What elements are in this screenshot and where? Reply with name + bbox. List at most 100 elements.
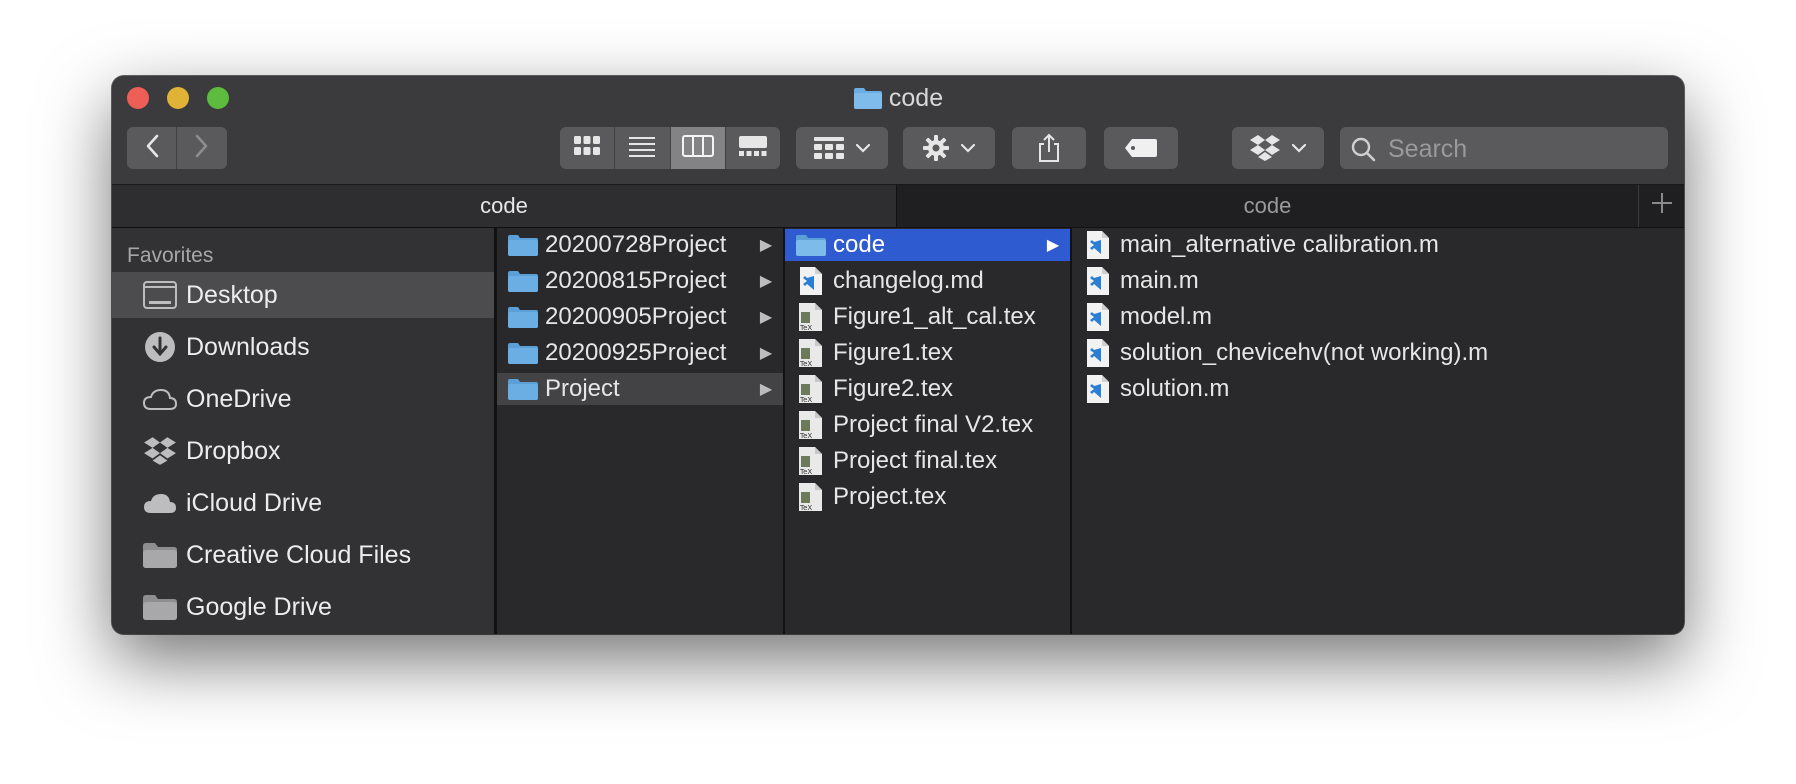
svg-text:TeX: TeX [799,396,812,404]
sidebar-item-dropbox[interactable]: Dropbox [112,428,494,474]
plus-icon [1650,189,1674,223]
folder-icon [142,589,178,625]
tag-icon [1124,138,1158,158]
tex-file-icon: TeX [795,409,827,441]
chevron-down-icon [960,143,976,153]
sidebar-item-label: OneDrive [186,384,292,413]
tex-file-icon: TeX [795,337,827,369]
list-item[interactable]: TeX Figure2.tex [785,373,1070,405]
list-item[interactable]: TeX Figure1.tex [785,337,1070,369]
list-item[interactable]: model.m [1072,301,1684,333]
vscode-file-icon [1082,229,1114,261]
sidebar-item-google-drive[interactable]: Google Drive [112,584,494,630]
list-item[interactable]: TeX Figure1_alt_cal.tex [785,301,1070,333]
folder-icon [507,229,539,261]
list-item[interactable]: 20200728Project ▶ [497,229,783,261]
list-item[interactable]: TeX Project final V2.tex [785,409,1070,441]
dropbox-icon [1249,134,1281,162]
gear-icon [922,134,950,162]
chevron-down-icon [855,143,871,153]
icon-view-button[interactable] [560,127,616,169]
gallery-view-button[interactable] [725,127,780,169]
content-area: Favorites Desktop Downloads OneDrive Dro… [112,228,1684,634]
window-title: code [112,84,1684,116]
sidebar-item-creative-cloud-files[interactable]: Creative Cloud Files [112,532,494,578]
svg-text:TeX: TeX [799,324,812,332]
folder-icon [507,301,539,333]
vscode-file-icon [1082,337,1114,369]
chevron-down-icon [1291,143,1307,153]
sidebar-heading: Favorites [127,244,214,267]
sidebar-item-label: Dropbox [186,436,281,465]
list-item-selected[interactable]: Project ▶ [497,373,783,405]
tag-button[interactable] [1104,127,1178,169]
svg-text:TeX: TeX [799,504,812,512]
icon-view-icon [573,135,601,162]
svg-text:TeX: TeX [799,468,812,476]
list-item[interactable]: changelog.md [785,265,1070,297]
vscode-file-icon [1082,301,1114,333]
list-item[interactable]: 20200905Project ▶ [497,301,783,333]
sidebar-item-label: Downloads [186,332,310,361]
sidebar-item-downloads[interactable]: Downloads [112,324,494,370]
tex-file-icon: TeX [795,481,827,513]
search-input[interactable] [1386,127,1660,171]
sidebar-item-label: iCloud Drive [186,488,323,517]
new-tab-button[interactable] [1639,185,1684,227]
list-item[interactable]: main.m [1072,265,1684,297]
chevron-right-icon [195,134,209,163]
sidebar-item-label: Google Drive [186,592,332,621]
list-view-button[interactable] [615,127,671,169]
disclosure-arrow-icon: ▶ [759,381,773,398]
sidebar-item-label: Desktop [186,280,278,309]
column-view-icon [681,134,714,162]
folder-icon [795,229,827,261]
svg-text:TeX: TeX [799,432,812,440]
group-by-button[interactable] [796,127,888,169]
list-item[interactable]: TeX Project final.tex [785,445,1070,477]
sidebar-item-onedrive[interactable]: OneDrive [112,376,494,422]
view-mode-control [560,127,780,169]
finder-window: code Search code code Favorites Desktop … [112,76,1684,634]
forward-button[interactable] [177,127,227,169]
list-item[interactable]: TeX Project.tex [785,481,1070,513]
tex-file-icon: TeX [795,301,827,333]
dropbox-button[interactable] [1232,127,1324,169]
list-item-selected[interactable]: code ▶ [785,229,1070,261]
svg-text:TeX: TeX [799,360,812,368]
vscode-file-icon [1082,265,1114,297]
disclosure-arrow-icon: ▶ [759,273,773,290]
search-icon [1350,136,1376,167]
dropbox-icon [142,433,178,469]
tab-code-inactive[interactable]: code [897,185,1639,227]
folder-icon [507,337,539,369]
group-by-icon [813,136,845,160]
share-button[interactable] [1012,127,1086,169]
folder-icon [142,537,178,573]
downloads-icon [142,329,178,365]
back-button[interactable] [127,127,177,169]
list-item[interactable]: solution_chevicehv(not working).m [1072,337,1684,369]
toolbar: code [112,76,1684,185]
list-item[interactable]: 20200815Project ▶ [497,265,783,297]
column-view-button[interactable] [670,127,726,169]
navigation-buttons [127,127,227,169]
share-icon [1036,133,1062,163]
sidebar-item-icloud-drive[interactable]: iCloud Drive [112,480,494,526]
search-field[interactable] [1340,127,1668,171]
list-item[interactable]: main_alternative calibration.m [1072,229,1684,261]
sidebar: Favorites Desktop Downloads OneDrive Dro… [112,228,497,634]
action-button[interactable] [903,127,995,169]
tab-code-active[interactable]: code [112,185,897,227]
list-view-icon [628,135,656,162]
window-title-text: code [888,84,944,112]
disclosure-arrow-icon: ▶ [759,345,773,362]
sidebar-item-label: Creative Cloud Files [186,540,412,569]
folder-icon [853,86,883,116]
list-item[interactable]: 20200925Project ▶ [497,337,783,369]
sidebar-item-desktop[interactable]: Desktop [112,272,494,318]
list-item[interactable]: solution.m [1072,373,1684,405]
vscode-file-icon [1082,373,1114,405]
vscode-file-icon [795,265,827,297]
browser-column-1: 20200728Project ▶ 20200815Project ▶ 2020… [497,228,785,634]
